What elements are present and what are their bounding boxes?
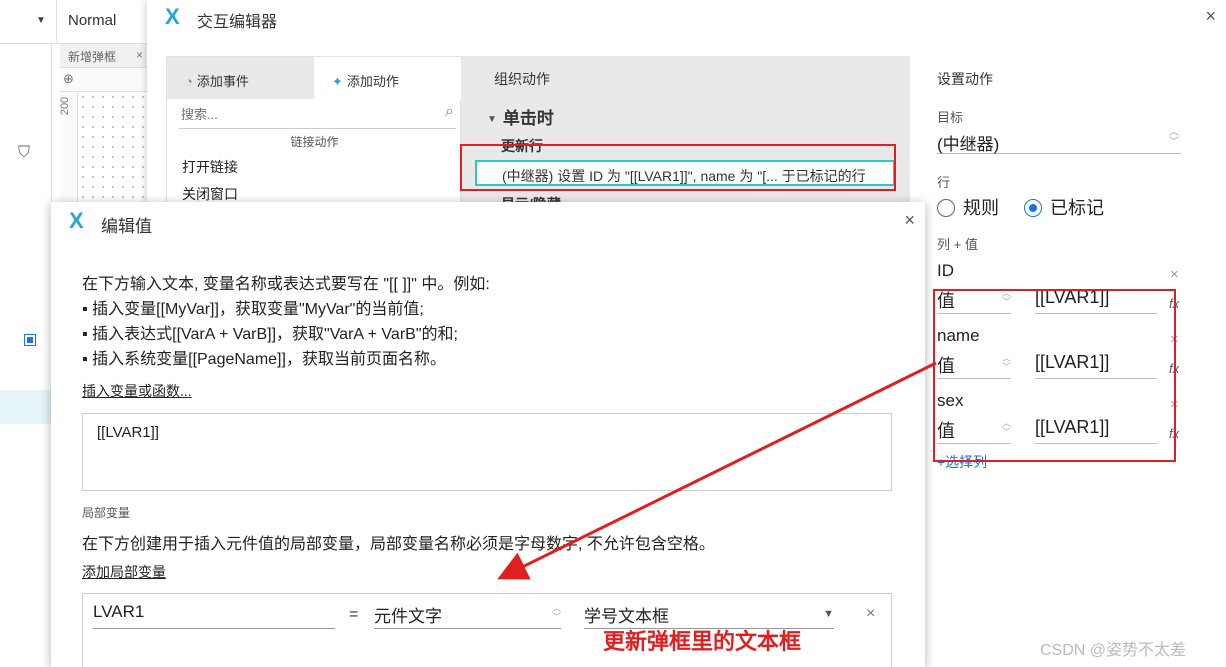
fx-icon[interactable]: fx [1169,296,1179,311]
column-name: sex [937,391,964,410]
value-input[interactable]: [[LVAR1]] [1035,286,1157,314]
dialog-titlebar: X 交互编辑器 × [147,0,1226,36]
close-icon[interactable]: × [1205,6,1216,27]
row-label: 行 [937,175,951,190]
instruction-line: 在下方输入文本, 变量名称或表达式要写在 "[[ ]]" 中。例如: [82,276,490,293]
horizontal-ruler: ⊕ [60,68,160,92]
value-type-select[interactable]: 值 ︿ ﹀ [937,351,1011,379]
value-type-select[interactable]: 值 ︿ ﹀ [937,286,1011,314]
tab-label: 添加动作 [346,74,399,89]
search-input[interactable] [179,101,419,127]
instructions: 在下方输入文本, 变量名称或表达式要写在 "[[ ]]" 中。例如: ▪ 插入变… [82,272,490,372]
action-detail-row[interactable]: (中继器) 设置 ID 为 "[[LVAR1]]", name 为 "[... … [475,160,895,186]
value-input[interactable]: [[LVAR1]] [1035,416,1157,444]
spinner-icon: ︿ ﹀ [1001,288,1011,307]
local-var-source-select[interactable]: 元件文字 ︿ ﹀ [374,601,561,629]
add-local-var-link[interactable]: 添加局部变量 [82,562,166,582]
equals-sign: = [349,606,359,623]
bg-toolbar: ▼ Normal [0,0,160,44]
value-type: 值 [937,356,955,376]
spinner-icon: ︿ ﹀ [1001,353,1011,372]
insert-variable-link[interactable]: 插入变量或函数... [82,381,192,401]
divider [56,0,57,44]
radio-label: 已标记 [1050,198,1105,218]
column-name: ID [937,261,954,280]
bg-left-panel: ⛉ [0,44,52,667]
section-header: 链接动作 [290,135,339,149]
local-vars-description: 在下方创建用于插入元件值的局部变量，局部变量名称必须是字母数字, 不允许包含空格… [82,536,715,553]
tab-add-action[interactable]: ✦ 添加动作 [314,57,462,99]
search-icon[interactable]: ⌕ [445,103,454,121]
remove-column-icon[interactable]: × [1170,331,1179,348]
watermark: CSDN @姿势不太差 [1040,642,1187,659]
local-vars-header: 局部变量 [82,506,131,520]
checkbox-icon[interactable] [24,334,36,346]
instruction-line: ▪ 插入表达式[[VarA + VarB]]，获取"VarA + VarB"的和… [82,326,458,343]
radio-label: 规则 [963,198,999,218]
action-item-close-window[interactable]: 关闭窗口 [182,184,238,204]
expression-textarea[interactable]: [[LVAR1]] [82,413,892,491]
tab-label: 添加事件 [196,74,249,89]
event-item[interactable]: ▼ 单击时 [487,104,554,129]
remove-column-icon[interactable]: × [1170,266,1179,283]
edit-value-dialog: X 编辑值 × 在下方输入文本, 变量名称或表达式要写在 "[[ ]]" 中。例… [51,202,925,667]
vertical-ruler: 200 [59,92,78,212]
radio-selected-icon [1024,199,1043,217]
fx-icon[interactable]: fx [1169,426,1179,441]
caret-down-icon[interactable]: ▼ [487,114,497,125]
action-item[interactable]: 更新行 [501,136,543,156]
row-radio-group: 规则 已标记 [937,194,1104,220]
action-settings-panel: 设置动作 目标 (中继器) ︿ ﹀ 行 规则 已标记 列 + 值 ID × 值 ︿… [910,56,1226,667]
crosshair-icon: ⊕ [63,71,74,86]
source-value: 元件文字 [374,607,442,626]
sparkle-icon: ✦ [332,74,343,89]
value-type: 值 [937,421,955,441]
page-tab-label: 新增弹框 [68,50,117,64]
spinner-icon: ︿ ﹀ [551,603,561,622]
style-selector[interactable]: Normal [68,12,116,29]
target-value: (中继器) [937,135,1000,154]
column-name: name [937,326,980,345]
value-type-select[interactable]: 值 ︿ ﹀ [937,416,1011,444]
value-input[interactable]: [[LVAR1]] [1035,351,1157,379]
columns-label: 列 + 值 [937,237,978,252]
fx-icon[interactable]: fx [1169,361,1179,376]
radio-marked[interactable]: 已标记 [1024,198,1104,218]
close-icon[interactable]: × [904,210,915,231]
panel-title: 设置动作 [937,71,993,87]
dialog-title: 交互编辑器 [197,14,278,31]
target-label: 目标 [937,110,964,125]
spinner-icon: ︿ ﹀ [1169,127,1179,148]
page-tab[interactable]: 新增弹框 × [60,44,160,68]
close-icon[interactable]: × [136,48,143,62]
tab-add-event[interactable]: ◔ 添加事件 [167,57,314,99]
local-var-name-input[interactable]: LVAR1 [93,601,335,629]
panel-header: 组织动作 [494,71,550,87]
annotation-note: 更新弹框里的文本框 [603,629,802,654]
spinner-icon: ︿ ﹀ [1001,418,1011,437]
instruction-line: ▪ 插入变量[[MyVar]]，获取变量"MyVar"的当前值; [82,301,424,318]
target-select[interactable]: (中继器) ︿ ﹀ [937,126,1181,154]
instruction-line: ▪ 插入系统变量[[PageName]]，获取当前页面名称。 [82,351,446,368]
ruler-label: 200 [59,96,72,116]
radio-icon [937,199,955,217]
event-label: 单击时 [502,109,554,128]
axure-logo-icon: X [69,208,84,233]
dropdown-arrow-icon: ▼ [823,608,834,620]
axure-logo-icon: X [165,4,180,29]
radio-rule[interactable]: 规则 [937,198,999,218]
dropdown-arrow-icon[interactable]: ▼ [36,15,46,26]
remove-column-icon[interactable]: × [1170,396,1179,413]
add-column-link[interactable]: +选择列 [937,452,987,472]
filter-icon[interactable]: ⛉ [18,144,30,162]
selected-row-highlight [0,390,52,424]
event-icon: ◔ [185,74,193,89]
action-item-open-link[interactable]: 打开链接 [182,157,238,177]
value-type: 值 [937,291,955,311]
search-field: ⌕ [179,101,456,129]
dialog-title: 编辑值 [101,217,152,236]
remove-local-var-icon[interactable]: × [866,605,875,623]
